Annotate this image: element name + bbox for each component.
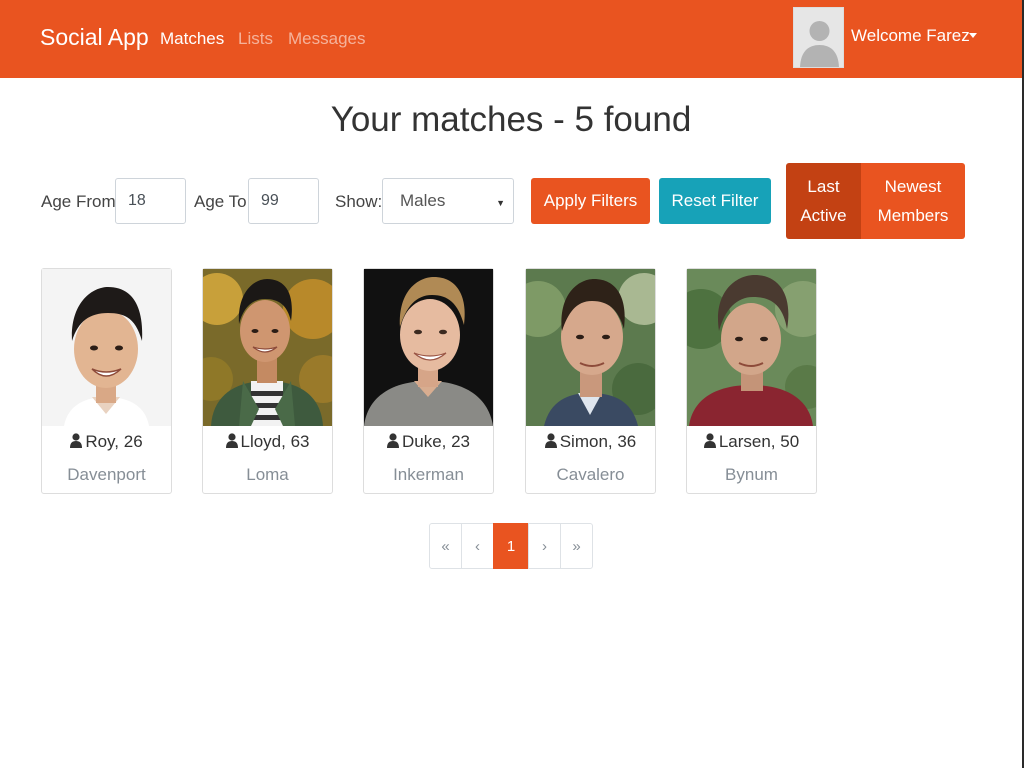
- brand-link[interactable]: Social App: [40, 24, 149, 51]
- member-card-roy[interactable]: Roy, 26 Davenport: [41, 268, 172, 494]
- welcome-dropdown[interactable]: Welcome Farez: [851, 26, 970, 46]
- pagination-next[interactable]: ›: [528, 523, 561, 569]
- nav-matches[interactable]: Matches: [160, 29, 224, 49]
- member-name-age-text: Simon, 36: [559, 432, 637, 451]
- member-city: Inkerman: [393, 465, 464, 484]
- member-name-age: Roy, 26: [42, 432, 171, 452]
- pagination-first[interactable]: «: [429, 523, 462, 569]
- last-active-line1: Last: [807, 177, 840, 196]
- user-icon: [70, 433, 83, 448]
- member-card-lloyd[interactable]: Lloyd, 63 Loma: [202, 268, 333, 494]
- member-photo[interactable]: [203, 269, 332, 426]
- user-icon: [386, 433, 399, 448]
- reset-filter-button[interactable]: Reset Filter: [659, 178, 771, 224]
- member-name-age: Duke, 23: [364, 432, 493, 452]
- age-to-label: Age To: [194, 192, 247, 211]
- member-photo[interactable]: [687, 269, 816, 426]
- nav-lists[interactable]: Lists: [238, 29, 273, 49]
- newest-line2: Members: [877, 206, 949, 225]
- navbar: Social App Matches Lists Messages Welcom…: [0, 0, 1022, 78]
- member-photo[interactable]: [364, 269, 493, 426]
- user-icon: [225, 433, 238, 448]
- member-photo[interactable]: [526, 269, 655, 426]
- default-avatar-icon: [794, 8, 843, 67]
- last-active-button[interactable]: Last Active: [786, 163, 861, 239]
- gender-select-value: Males: [400, 191, 446, 210]
- last-active-line2: Active: [800, 206, 847, 225]
- member-name-age: Simon, 36: [526, 432, 655, 452]
- pagination-last[interactable]: »: [560, 523, 593, 569]
- member-card-larsen[interactable]: Larsen, 50 Bynum: [686, 268, 817, 494]
- member-card-duke[interactable]: Duke, 23 Inkerman: [363, 268, 494, 494]
- member-card-simon[interactable]: Simon, 36 Cavalero: [525, 268, 656, 494]
- page-title: Your matches - 5 found: [330, 100, 692, 139]
- member-city: Cavalero: [556, 465, 625, 484]
- member-city: Bynum: [725, 465, 778, 484]
- chevron-down-icon[interactable]: [969, 33, 977, 38]
- user-avatar[interactable]: [793, 7, 844, 68]
- age-from-input[interactable]: 18: [115, 178, 186, 224]
- member-city: Davenport: [67, 465, 146, 484]
- select-arrow-icon: ▼: [496, 198, 505, 208]
- gender-select[interactable]: Males ▼: [382, 178, 514, 224]
- newest-line1: Newest: [884, 177, 942, 196]
- nav-messages[interactable]: Messages: [288, 29, 365, 49]
- member-name-age-text: Lloyd, 63: [240, 432, 310, 451]
- age-from-label: Age From: [41, 192, 116, 211]
- pagination: « ‹ 1 › »: [429, 523, 593, 569]
- member-city: Loma: [246, 465, 289, 484]
- member-name-age-text: Roy, 26: [85, 432, 143, 451]
- member-name-age-text: Larsen, 50: [718, 432, 800, 451]
- member-name-age: Lloyd, 63: [203, 432, 332, 452]
- user-icon: [703, 433, 716, 448]
- sort-button-group: Last Active Newest Members: [786, 163, 965, 239]
- age-to-input[interactable]: 99: [248, 178, 319, 224]
- pagination-page-1[interactable]: 1: [493, 523, 529, 569]
- member-photo[interactable]: [42, 269, 171, 426]
- member-name-age: Larsen, 50: [687, 432, 816, 452]
- newest-members-button[interactable]: Newest Members: [861, 163, 965, 239]
- apply-filters-button[interactable]: Apply Filters: [531, 178, 650, 224]
- pagination-prev[interactable]: ‹: [461, 523, 494, 569]
- member-name-age-text: Duke, 23: [401, 432, 471, 451]
- user-icon: [544, 433, 557, 448]
- show-label: Show:: [335, 192, 383, 211]
